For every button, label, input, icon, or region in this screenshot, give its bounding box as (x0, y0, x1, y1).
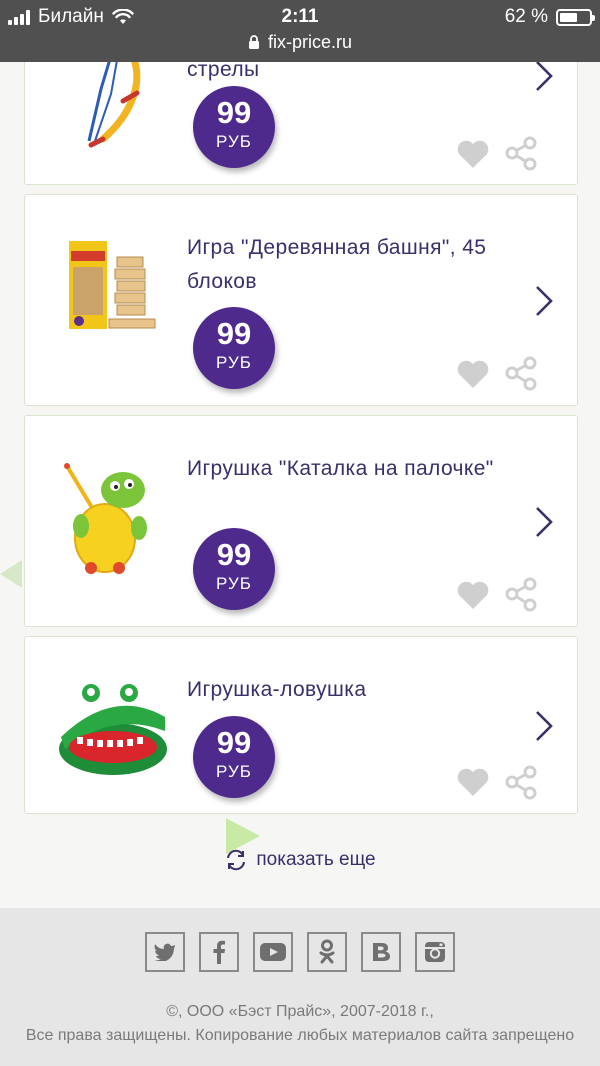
share-icon[interactable] (503, 764, 539, 800)
turtle-push-toy-image (64, 463, 147, 574)
footer: ©, ООО «Бэст Прайс», 2007-2018 г., Все п… (0, 908, 600, 1066)
copyright-line: ©, ООО «Бэст Прайс», 2007-2018 г., (166, 1003, 434, 1020)
wooden-tower-image (69, 241, 156, 329)
heart-icon[interactable] (456, 767, 490, 797)
url-text: fix-price.ru (267, 32, 352, 52)
battery-fill (560, 12, 577, 22)
price-currency: РУБ (216, 762, 252, 781)
lock-icon (248, 35, 259, 49)
product-card[interactable]: Игрушка-ловушка 99 РУБ (24, 636, 578, 814)
battery-icon (556, 8, 595, 26)
crocodile-trap-toy-image (59, 684, 167, 775)
battery-block: 62 % (504, 6, 595, 28)
price-badge: 99 РУБ (193, 307, 275, 389)
product-list-page[interactable]: стрелы 99 РУБ Игра "Деревянная башня", 4… (0, 62, 600, 908)
price-value: 99 (216, 537, 252, 572)
price-badge: 99 РУБ (193, 528, 275, 610)
share-icon[interactable] (503, 576, 539, 612)
product-card[interactable]: Игра "Деревянная башня", 45 блоков 99 РУ… (24, 194, 578, 406)
price-currency: РУБ (216, 574, 252, 593)
price-badge: 99 РУБ (193, 716, 275, 798)
heart-icon[interactable] (456, 359, 490, 389)
odnoklassniki-icon[interactable] (307, 932, 347, 972)
price-currency: РУБ (216, 353, 252, 372)
refresh-icon (227, 849, 246, 871)
social-links (0, 932, 600, 972)
heart-icon[interactable] (456, 139, 490, 169)
youtube-icon[interactable] (253, 932, 293, 972)
chevron-right-icon[interactable] (533, 62, 555, 93)
battery-percent: 62 % (504, 6, 548, 27)
price-value: 99 (216, 316, 252, 351)
address-bar[interactable]: fix-price.ru (0, 32, 600, 53)
facebook-icon[interactable] (199, 932, 239, 972)
decor-triangle (0, 560, 22, 588)
load-more-label: показать еще (256, 849, 376, 870)
rights-line: Все права защищены. Копирование любых ма… (25, 1027, 575, 1044)
vk-icon[interactable] (361, 932, 401, 972)
share-icon[interactable] (503, 355, 539, 391)
twitter-icon[interactable] (145, 932, 185, 972)
product-title[interactable]: Игрушка "Каталка на палочке" (187, 452, 517, 486)
status-bar: Билайн 2:11 62 % fix-price.ru (0, 0, 600, 62)
product-card[interactable]: стрелы 99 РУБ (24, 62, 578, 185)
load-more-button[interactable]: показать еще (0, 848, 600, 872)
price-currency: РУБ (216, 132, 252, 151)
chevron-right-icon[interactable] (533, 284, 555, 318)
heart-icon[interactable] (456, 580, 490, 610)
product-title[interactable]: Игра "Деревянная башня", 45 блоков (187, 231, 517, 299)
price-badge: 99 РУБ (193, 86, 275, 168)
chevron-right-icon[interactable] (533, 709, 555, 743)
product-card[interactable]: Игрушка "Каталка на палочке" 99 РУБ (24, 415, 578, 627)
bow-arrows-image (87, 62, 141, 148)
product-title[interactable]: Игрушка-ловушка (187, 673, 517, 707)
instagram-icon[interactable] (415, 932, 455, 972)
share-icon[interactable] (503, 135, 539, 171)
chevron-right-icon[interactable] (533, 505, 555, 539)
price-value: 99 (216, 725, 252, 760)
footer-copyright: ©, ООО «Бэст Прайс», 2007-2018 г., Все п… (0, 1000, 600, 1048)
price-value: 99 (216, 95, 252, 130)
product-title[interactable]: стрелы (187, 62, 517, 87)
